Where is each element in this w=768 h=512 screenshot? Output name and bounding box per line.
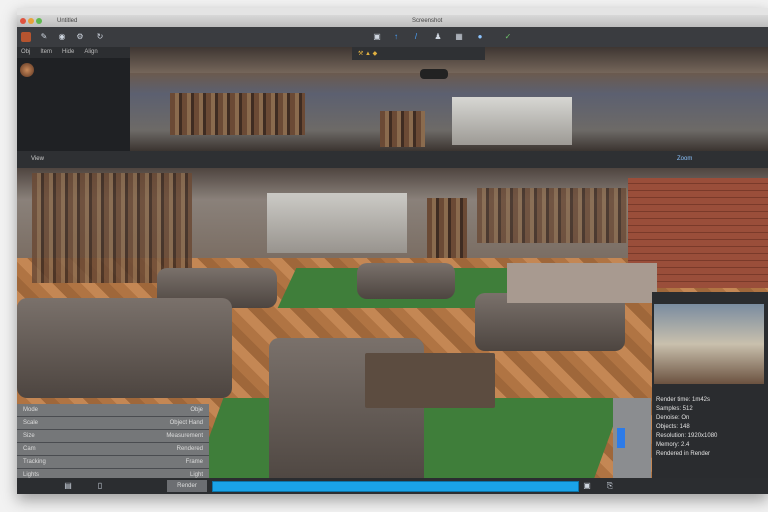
property-label: Cam [23, 446, 36, 452]
active-tool-icon[interactable] [617, 428, 625, 448]
file-icon[interactable]: ▯ [95, 481, 105, 491]
zoom-label[interactable]: Zoom [677, 156, 692, 162]
render-progress-bar [212, 481, 579, 492]
property-value[interactable]: Obje [190, 407, 203, 413]
property-value[interactable]: Frame [186, 459, 203, 465]
workspace: Obj Item Hide Align ⚒ ▲ ◆ View Zoom Mode… [17, 8, 768, 494]
save-icon[interactable]: ▣ [582, 481, 592, 491]
tab-obj[interactable]: Obj [21, 49, 30, 56]
top-viewport[interactable] [130, 47, 768, 151]
render-preview-panel: Render time: 1m42s Samples: 512 Denoise: O… [652, 292, 768, 478]
render-info-line: Objects: 148 [656, 424, 690, 430]
render-button[interactable]: Render [167, 480, 207, 492]
object-panel: Obj Item Hide Align [17, 47, 130, 151]
render-info-line: Rendered in Render [656, 451, 711, 457]
preview-image [654, 304, 764, 384]
property-label: Mode [23, 407, 39, 413]
export-icon[interactable]: ⎘ [605, 481, 615, 491]
render-info-line: Render time: 1m42s [656, 397, 711, 403]
property-value[interactable]: Object Hand [170, 420, 203, 426]
avatar[interactable] [20, 63, 34, 77]
property-row[interactable]: Size Measurement [17, 430, 209, 443]
property-row[interactable]: Cam Rendered [17, 443, 209, 456]
properties-panel: Mode Obje Scale Object Hand Size Measurement C… [17, 404, 209, 482]
tab-item[interactable]: Item [40, 49, 52, 56]
render-info-line: Samples: 512 [656, 406, 693, 412]
grid-icon[interactable]: ▤ [63, 481, 73, 491]
status-bar: ▤ ▯ Render ▣ ⎘ [17, 478, 768, 494]
property-value[interactable]: Rendered [177, 446, 203, 452]
render-info-line: Memory: 2.4 [656, 442, 690, 448]
property-row[interactable]: Mode Obje [17, 404, 209, 417]
render-info-line: Resolution: 1920x1080 [656, 433, 718, 439]
render-info-line: Denoise: On [656, 415, 690, 421]
viewport-bar: View Zoom [17, 151, 768, 168]
side-tool-strip[interactable] [613, 398, 651, 478]
property-label: Scale [23, 420, 39, 426]
property-row[interactable]: Tracking Frame [17, 456, 209, 469]
property-label: Size [23, 433, 35, 439]
tab-align[interactable]: Align [84, 49, 97, 56]
tab-hide[interactable]: Hide [62, 49, 74, 56]
property-value[interactable]: Measurement [166, 433, 203, 439]
property-label: Tracking [23, 459, 46, 465]
tools-icon[interactable]: ⚒ ▲ ◆ [358, 51, 377, 57]
view-label[interactable]: View [31, 156, 44, 162]
viewport-toolbar[interactable]: ⚒ ▲ ◆ [352, 47, 485, 60]
render-info: Render time: 1m42s Samples: 512 Denoise: O… [656, 396, 717, 459]
property-row[interactable]: Scale Object Hand [17, 417, 209, 430]
